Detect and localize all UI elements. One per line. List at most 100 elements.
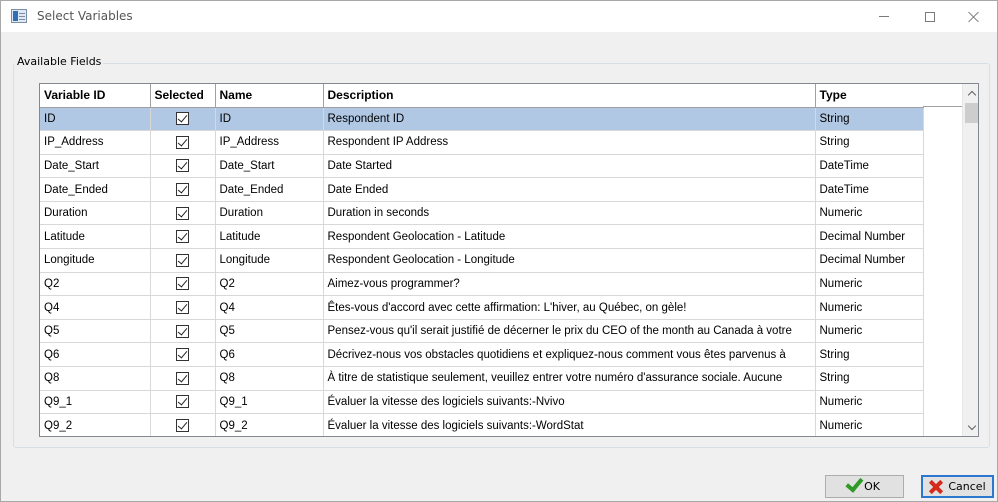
table-row[interactable]: Duration Duration Duration in seconds Numer… xyxy=(40,201,924,226)
vertical-scrollbar[interactable] xyxy=(962,84,978,436)
cell-type[interactable]: String xyxy=(815,342,924,368)
cell-variable-id[interactable]: Q4 xyxy=(40,295,151,320)
cell-description[interactable]: Respondent Geolocation - Latitude xyxy=(323,224,816,250)
cell-variable-id[interactable]: Q2 xyxy=(40,272,151,297)
cell-description[interactable]: Évaluer la vitesse des logiciels suivant… xyxy=(323,413,816,436)
selected-checkbox[interactable] xyxy=(176,206,189,220)
cell-variable-id[interactable]: ID xyxy=(40,107,151,132)
cell-variable-id[interactable]: Duration xyxy=(40,201,151,226)
cell-description[interactable]: Pensez-vous qu'il serait justifié de déc… xyxy=(323,319,816,344)
minimize-button[interactable] xyxy=(861,1,907,32)
cell-type[interactable]: Decimal Number xyxy=(815,248,924,273)
table-row[interactable]: Date_Ended Date_Ended Date Ended DateTime xyxy=(40,177,924,202)
cell-type[interactable]: Numeric xyxy=(815,319,924,344)
cell-description[interactable]: Évaluer la vitesse des logiciels suivant… xyxy=(323,390,816,415)
scroll-thumb[interactable] xyxy=(965,103,978,123)
cell-description[interactable]: Respondent Geolocation - Longitude xyxy=(323,248,816,273)
table-row[interactable]: Q8 Q8 À titre de statistique seulement, ve… xyxy=(40,366,924,391)
selected-checkbox[interactable] xyxy=(176,301,189,315)
ok-button[interactable]: OK xyxy=(825,473,904,498)
maximize-button[interactable] xyxy=(907,1,953,32)
cell-name[interactable]: Q6 xyxy=(215,342,324,368)
cell-description[interactable]: Respondent ID xyxy=(323,107,816,132)
cell-variable-id[interactable]: Date_Start xyxy=(40,154,151,179)
cell-name[interactable]: ID xyxy=(215,107,324,132)
selected-checkbox[interactable] xyxy=(176,135,189,149)
table-row[interactable]: Date_Start Date_Start Date Started DateTime xyxy=(40,154,924,179)
cell-variable-id[interactable]: IP_Address xyxy=(40,130,151,155)
variables-grid[interactable]: Variable ID Selected Name Description Ty… xyxy=(39,83,979,437)
cell-name[interactable]: Date_Start xyxy=(215,154,324,179)
cell-description[interactable]: Duration in seconds xyxy=(323,201,816,226)
cell-name[interactable]: Q8 xyxy=(215,366,324,391)
selected-checkbox[interactable] xyxy=(176,371,189,385)
cell-variable-id[interactable]: Q6 xyxy=(40,342,151,368)
cell-description[interactable]: Êtes-vous d'accord avec cette affirmatio… xyxy=(323,295,816,320)
selected-checkbox[interactable] xyxy=(176,159,189,173)
cell-name[interactable]: Q2 xyxy=(215,272,324,297)
cell-type[interactable]: String xyxy=(815,130,924,155)
cell-variable-id[interactable]: Q8 xyxy=(40,366,151,391)
table-row[interactable]: Q9_2 Q9_2 Évaluer la vitesse des logiciels… xyxy=(40,413,924,436)
cell-description[interactable]: À titre de statistique seulement, veuill… xyxy=(323,366,816,391)
column-header-name[interactable]: Name xyxy=(215,84,324,108)
cell-name[interactable]: Q4 xyxy=(215,295,324,320)
selected-checkbox[interactable] xyxy=(176,395,189,409)
cell-description[interactable]: Aimez-vous programmer? xyxy=(323,272,816,297)
cell-type[interactable]: DateTime xyxy=(815,154,924,179)
cell-description[interactable]: Décrivez-nous vos obstacles quotidiens e… xyxy=(323,342,816,368)
table-row[interactable]: Q6 Q6 Décrivez-nous vos obstacles quotidie… xyxy=(40,342,924,368)
table-row[interactable]: Latitude Latitude Respondent Geolocation -… xyxy=(40,224,924,250)
cancel-button[interactable]: Cancel xyxy=(921,475,994,498)
table-row[interactable]: Q2 Q2 Aimez-vous programmer? Numeric xyxy=(40,272,924,297)
selected-checkbox[interactable] xyxy=(176,419,189,433)
cell-variable-id[interactable]: Q9_1 xyxy=(40,390,151,415)
selected-checkbox[interactable] xyxy=(176,277,189,291)
cell-type[interactable]: Numeric xyxy=(815,390,924,415)
cell-variable-id[interactable]: Longitude xyxy=(40,248,151,273)
cell-type[interactable]: String xyxy=(815,107,924,132)
cell-type[interactable]: String xyxy=(815,366,924,391)
table-row[interactable]: ID ID Respondent ID String xyxy=(40,107,924,132)
table-row[interactable]: Q9_1 Q9_1 Évaluer la vitesse des logiciels… xyxy=(40,390,924,415)
table-row[interactable]: IP_Address IP_Address Respondent IP Addres… xyxy=(40,130,924,155)
selected-checkbox[interactable] xyxy=(176,253,189,267)
cell-type[interactable]: Numeric xyxy=(815,201,924,226)
cell-name[interactable]: Longitude xyxy=(215,248,324,273)
cell-variable-id[interactable]: Q9_2 xyxy=(40,413,151,436)
scroll-up-button[interactable] xyxy=(963,84,978,101)
selected-checkbox[interactable] xyxy=(176,348,189,362)
cell-type[interactable]: DateTime xyxy=(815,177,924,202)
cell-name[interactable]: Q9_1 xyxy=(215,390,324,415)
table-row[interactable]: Q4 Q4 Êtes-vous d'accord avec cette affirm… xyxy=(40,295,924,320)
cell-description[interactable]: Date Started xyxy=(323,154,816,179)
selected-checkbox[interactable] xyxy=(176,324,189,338)
column-header-selected[interactable]: Selected xyxy=(150,84,216,108)
cell-variable-id[interactable]: Date_Ended xyxy=(40,177,151,202)
table-row[interactable]: Longitude Longitude Respondent Geolocation… xyxy=(40,248,924,273)
cell-name[interactable]: Date_Ended xyxy=(215,177,324,202)
cell-type[interactable]: Numeric xyxy=(815,295,924,320)
selected-checkbox[interactable] xyxy=(176,183,189,197)
cell-type[interactable]: Numeric xyxy=(815,272,924,297)
cell-name[interactable]: Q9_2 xyxy=(215,413,324,436)
title-bar[interactable]: Select Variables xyxy=(1,1,997,32)
cell-description[interactable]: Date Ended xyxy=(323,177,816,202)
scroll-down-button[interactable] xyxy=(963,419,978,436)
close-button[interactable] xyxy=(951,1,997,32)
cell-name[interactable]: Q5 xyxy=(215,319,324,344)
cell-name[interactable]: IP_Address xyxy=(215,130,324,155)
cell-type[interactable]: Decimal Number xyxy=(815,224,924,250)
table-row[interactable]: Q5 Q5 Pensez-vous qu'il serait justifié de… xyxy=(40,319,924,344)
selected-checkbox[interactable] xyxy=(176,112,189,126)
cell-description[interactable]: Respondent IP Address xyxy=(323,130,816,155)
selected-checkbox[interactable] xyxy=(176,230,189,244)
cell-type[interactable]: Numeric xyxy=(815,413,924,436)
column-header-type[interactable]: Type xyxy=(815,84,924,108)
cell-variable-id[interactable]: Latitude xyxy=(40,224,151,250)
column-header-description[interactable]: Description xyxy=(323,84,816,108)
cell-name[interactable]: Latitude xyxy=(215,224,324,250)
cell-name[interactable]: Duration xyxy=(215,201,324,226)
cell-variable-id[interactable]: Q5 xyxy=(40,319,151,344)
column-header-variable-id[interactable]: Variable ID xyxy=(40,84,151,108)
